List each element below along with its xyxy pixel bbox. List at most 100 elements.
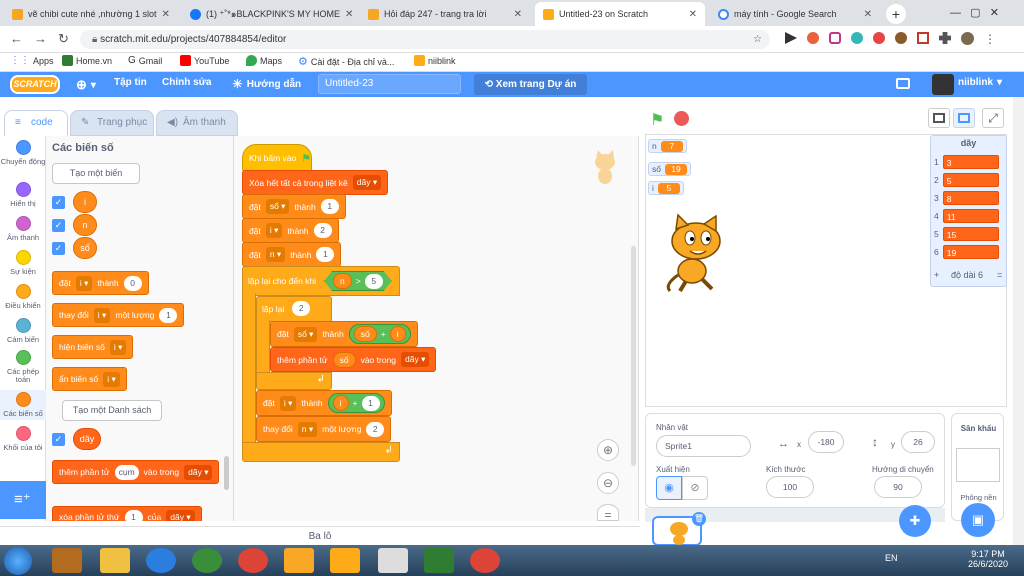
bookmark-niiblink[interactable]: niiblink [414,55,456,66]
new-tab-button[interactable]: + [886,4,906,24]
edit-menu[interactable]: Chỉnh sửa [162,77,211,88]
folder-icon[interactable] [896,78,910,89]
avatar[interactable] [932,74,954,95]
close-tab-icon[interactable]: ✕ [514,9,522,20]
category-looks[interactable]: Hiển thị [0,182,46,208]
choose-backdrop-button[interactable]: ▣ [961,503,995,537]
add-extension-button[interactable]: ≡⁺ [0,481,46,519]
list-dropdown[interactable]: dãy ▾ [401,352,430,367]
bookmark-homevn[interactable]: Home.vn [62,55,112,66]
variable-dropdown[interactable]: n ▾ [265,247,286,262]
variable-dropdown[interactable]: i ▾ [109,339,127,355]
list-item[interactable]: 13 [934,154,1006,169]
add-operator[interactable]: số + i [348,324,411,344]
add-to-list-block[interactable]: thêm phần tử số vào trong dãy ▾ [270,347,437,372]
variable-dropdown[interactable]: i ▾ [93,307,111,323]
clock[interactable]: 9:17 PM 26/6/2020 [968,549,1008,569]
delete-from-list-block[interactable]: xóa phần tử thứ 1 của dãy ▾ [52,506,202,521]
value-input[interactable]: cụm [114,464,139,480]
make-list-button[interactable]: Tạo một Danh sách [62,400,162,421]
list-add-button[interactable]: + [934,270,939,280]
bookmark-youtube[interactable]: YouTube [180,55,229,66]
media-player-icon[interactable] [52,548,82,573]
variable-reporter[interactable]: số [73,237,97,259]
list-item[interactable]: 38 [934,190,1006,205]
internet-explorer-icon[interactable] [146,548,176,573]
category-control[interactable]: Điều khiển [0,284,46,310]
chrome-icon[interactable] [238,548,268,573]
extension-icon[interactable] [917,32,929,44]
extension-icon[interactable] [873,32,885,44]
value-input[interactable]: 0 [123,275,142,291]
variable-dropdown[interactable]: số ▾ [265,199,290,214]
x-input[interactable]: -180 [808,431,844,453]
window-controls[interactable]: — ▢ ✕ [950,6,999,19]
show-sprite-button[interactable]: ◉ [656,476,682,500]
close-tab-icon[interactable]: ✕ [689,9,697,20]
sprite-thumbnail[interactable]: 🗑︎ [652,512,706,546]
menu-dots-icon[interactable]: ⋮ [984,32,996,46]
fullscreen-button[interactable]: ⤢ [982,108,1004,128]
tutorials-menu[interactable]: ☀ Hướng dẫn [232,77,301,91]
set-variable-block[interactable]: đặt n ▾ thành 1 [242,242,342,267]
category-variables[interactable]: Các biến số [0,390,46,420]
set-variable-block[interactable]: đặt số ▾ thành số + i [270,321,418,347]
variable-dropdown[interactable]: số ▾ [293,326,318,342]
scratch-logo[interactable]: SCRATCH [10,75,60,94]
large-stage-button[interactable] [953,108,975,128]
show-variable-block[interactable]: hiện biến số i ▾ [52,335,134,359]
extension-icon[interactable] [807,32,819,44]
see-project-page-button[interactable]: ⟲ Xem trang Dự án [474,74,587,95]
sprite-name-input[interactable]: Sprite1 [656,435,751,457]
zoom-out-button[interactable]: ⊖ [597,472,619,494]
variable-reporter[interactable]: i [73,191,97,213]
bookmark-gmail[interactable]: G Gmail [128,55,162,66]
url-field[interactable]: 🔒︎ scratch.mit.edu/projects/407884854/ed… [80,30,770,49]
choose-sprite-button[interactable]: ✚ [899,505,931,537]
browser-tab-active[interactable]: Untitled-23 on Scratch ✕ [535,2,705,26]
profile-avatar[interactable] [961,32,974,45]
list-reporter[interactable]: dãy [73,428,101,450]
variable-dropdown[interactable]: i ▾ [75,275,93,291]
set-variable-block[interactable]: đặt i ▾ thành i +1 [256,390,392,416]
delete-all-of-list-block[interactable]: Xóa hết tất cả trong liệt kê dãy ▾ [242,170,389,195]
category-sensing[interactable]: Cảm biến [0,318,46,344]
list-dropdown[interactable]: dãy ▾ [184,464,213,480]
direction-input[interactable]: 90 [874,476,922,498]
variable-dropdown[interactable]: i ▾ [103,371,120,387]
checkbox[interactable]: ✓ [52,218,65,232]
when-flag-clicked-block[interactable]: Khi bấm vào ⚑ [242,144,312,172]
add-operator[interactable]: i +1 [327,393,385,413]
size-input[interactable]: 100 [766,476,814,498]
close-tab-icon[interactable]: ✕ [864,9,872,20]
delete-sprite-icon[interactable]: 🗑︎ [692,512,706,526]
category-motion[interactable]: Chuyển động [0,140,46,166]
tab-sounds[interactable]: ◀) Âm thanh [156,110,238,136]
stop-button[interactable] [674,111,689,126]
category-sound[interactable]: Âm thanh [0,216,46,242]
bookmark-settings[interactable]: ⚙ Cài đặt - Địa chỉ và... [298,55,394,68]
language-menu[interactable]: ⊕ ▾ [76,77,96,93]
instagram-icon[interactable] [829,32,841,44]
value-input[interactable]: 1 [361,395,380,411]
add-to-list-block[interactable]: thêm phần tử cụm vào trong dãy ▾ [52,460,220,484]
value-input[interactable]: 1 [124,509,143,521]
network-app-icon[interactable] [192,548,222,573]
script-scrollbar[interactable] [631,246,636,466]
change-variable-block[interactable]: thay đổi n ▾ một lượng 2 [256,416,392,442]
category-my-blocks[interactable]: Khối của tôi [0,426,46,452]
back-icon[interactable]: ← [10,31,23,46]
account-menu[interactable]: niiblink ▾ [958,77,1002,88]
stage-thumbnail[interactable] [956,448,1000,482]
bookmark-apps[interactable]: ⋮⋮ Apps [10,55,54,66]
star-icon[interactable]: ☆ [753,30,762,49]
paw-icon[interactable] [895,32,907,44]
close-tab-icon[interactable]: ✕ [162,9,170,20]
chrome-icon[interactable] [470,548,500,573]
value-input[interactable]: 1 [159,307,178,323]
hide-sprite-button[interactable]: ⊘ [682,476,708,500]
scratch-app-icon[interactable] [330,548,360,573]
scratch-cat-icon[interactable] [284,548,314,573]
list-resize-handle[interactable]: = [997,270,1002,280]
forward-icon[interactable]: → [34,31,47,46]
